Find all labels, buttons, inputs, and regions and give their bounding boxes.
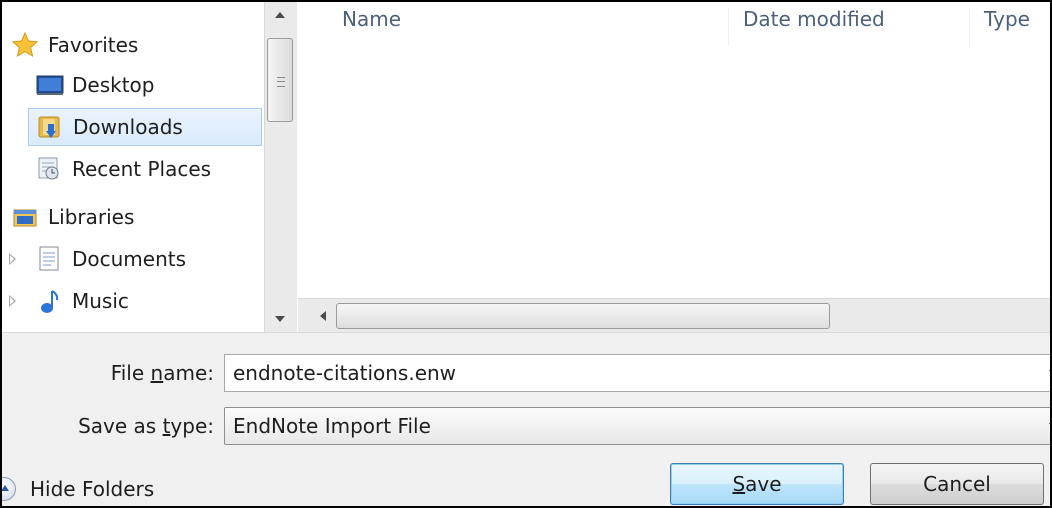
save-button[interactable]: Save bbox=[670, 463, 844, 505]
nav-item-recent-places[interactable]: Recent Places bbox=[36, 150, 262, 188]
scroll-left-arrow-icon[interactable] bbox=[320, 311, 326, 321]
hide-folders-button[interactable]: Hide Folders bbox=[2, 469, 155, 506]
scroll-thumb[interactable] bbox=[336, 303, 830, 329]
downloads-folder-icon bbox=[37, 114, 63, 140]
nav-item-label: Favorites bbox=[48, 33, 139, 57]
nav-item-label: Documents bbox=[72, 247, 187, 271]
libraries-icon bbox=[12, 204, 38, 230]
scroll-up-arrow-icon[interactable] bbox=[275, 12, 285, 18]
nav-item-label: Downloads bbox=[73, 115, 183, 139]
expand-chevron-icon[interactable] bbox=[9, 295, 16, 307]
documents-icon bbox=[36, 246, 62, 272]
nav-item-label: Libraries bbox=[48, 205, 135, 229]
cancel-button[interactable]: Cancel bbox=[870, 463, 1044, 505]
scroll-thumb[interactable] bbox=[267, 38, 293, 122]
nav-item-desktop[interactable]: Desktop bbox=[36, 66, 262, 104]
nav-item-favorites[interactable]: Favorites bbox=[11, 26, 262, 64]
nav-item-label: Desktop bbox=[72, 73, 155, 97]
file-name-label: File name: bbox=[110, 361, 214, 385]
scroll-down-arrow-icon[interactable] bbox=[275, 316, 285, 322]
navigation-pane: Favorites Desktop Downloads Recent Place… bbox=[2, 2, 264, 332]
hide-folders-label: Hide Folders bbox=[30, 477, 155, 501]
file-list[interactable]: Name Date modified Type bbox=[298, 2, 1050, 298]
desktop-icon bbox=[36, 72, 64, 98]
nav-vertical-scrollbar[interactable] bbox=[264, 2, 297, 332]
collapse-up-icon bbox=[2, 477, 16, 501]
column-header-name[interactable]: Name bbox=[328, 2, 728, 31]
expand-chevron-icon[interactable] bbox=[9, 253, 16, 265]
music-note-icon bbox=[36, 288, 62, 314]
nav-item-documents[interactable]: Documents bbox=[2, 240, 262, 278]
nav-item-libraries[interactable]: Libraries bbox=[12, 198, 262, 236]
column-header-date-modified[interactable]: Date modified bbox=[729, 2, 969, 31]
nav-item-music[interactable]: Music bbox=[2, 282, 262, 320]
file-name-value: endnote-citations.enw bbox=[233, 361, 457, 385]
save-as-type-select[interactable]: EndNote Import File bbox=[224, 407, 1050, 445]
save-dialog: Favorites Desktop Downloads Recent Place… bbox=[0, 0, 1052, 508]
save-as-type-value: EndNote Import File bbox=[233, 414, 431, 438]
recent-places-icon bbox=[36, 156, 62, 182]
column-header-type[interactable]: Type bbox=[970, 2, 1050, 31]
bottom-panel: File name: endnote-citations.enw Save as… bbox=[2, 332, 1050, 506]
file-name-input[interactable]: endnote-citations.enw bbox=[224, 354, 1050, 392]
file-list-horizontal-scrollbar[interactable] bbox=[298, 298, 1050, 333]
nav-item-label: Music bbox=[72, 289, 129, 313]
nav-item-downloads[interactable]: Downloads bbox=[28, 108, 262, 146]
grip-icon bbox=[277, 77, 285, 87]
star-icon bbox=[11, 31, 39, 58]
save-as-type-label: Save as type: bbox=[78, 414, 214, 438]
nav-item-label: Recent Places bbox=[72, 157, 212, 181]
